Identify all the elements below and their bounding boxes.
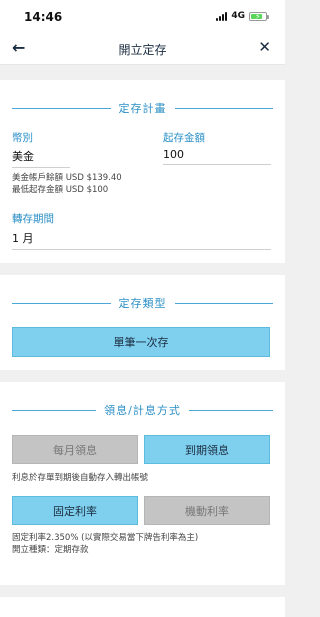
battery-icon: ⚡: [249, 11, 269, 21]
payout-note: 利息於存單到期後自動存入轉出帳號: [12, 473, 149, 483]
period-field[interactable]: 1 月: [12, 230, 271, 250]
interest-header: 領息/計息方式: [12, 402, 273, 418]
single-deposit-button[interactable]: 單筆一次存: [12, 327, 270, 357]
interest-title: 領息/計息方式: [104, 404, 181, 417]
deposit-plan-title: 定存計畫: [118, 102, 167, 115]
deposit-type-header: 定存類型: [12, 295, 273, 311]
close-icon[interactable]: ✕: [258, 38, 271, 56]
network-type: 4G: [231, 11, 245, 21]
minimum-info: 最低起存金額 USD $100: [12, 185, 109, 195]
period-label: 轉存期間: [12, 213, 54, 225]
deposit-type-note: 開立種類：定期存款: [12, 545, 89, 555]
next-section-card: [0, 597, 285, 617]
status-time: 14:46: [24, 10, 63, 24]
deposit-type-card: 定存類型 單筆一次存: [0, 275, 285, 370]
floating-rate-button[interactable]: 機動利率: [144, 496, 270, 525]
amount-field[interactable]: 100: [163, 148, 271, 165]
balance-info: 美金帳戶餘額 USD $139.40: [12, 173, 122, 183]
status-bar: 14:46 4G ⚡: [0, 0, 285, 34]
deposit-plan-card: 定存計畫 幣別 美金 起存金額 100 美金帳戶餘額 USD $139.40 最…: [0, 80, 285, 263]
fixed-rate-button[interactable]: 固定利率: [12, 496, 138, 525]
page-title: 開立定存: [118, 43, 167, 57]
deposit-type-title: 定存類型: [118, 297, 167, 310]
interest-card: 領息/計息方式 每月領息 到期領息 利息於存單到期後自動存入轉出帳號 固定利率 …: [0, 382, 285, 585]
status-indicators: 4G ⚡: [216, 11, 269, 21]
signal-icon: [216, 11, 228, 21]
rate-note: 固定利率2.350% (以實際交易當下牌告利率為主): [12, 533, 199, 543]
monthly-interest-button[interactable]: 每月領息: [12, 435, 138, 464]
nav-bar: ← 開立定存 ✕: [0, 34, 285, 65]
currency-label: 幣別: [12, 132, 33, 144]
amount-label: 起存金額: [163, 132, 205, 144]
currency-field[interactable]: 美金: [12, 148, 70, 168]
maturity-interest-button[interactable]: 到期領息: [144, 435, 270, 464]
deposit-plan-header: 定存計畫: [12, 100, 273, 116]
